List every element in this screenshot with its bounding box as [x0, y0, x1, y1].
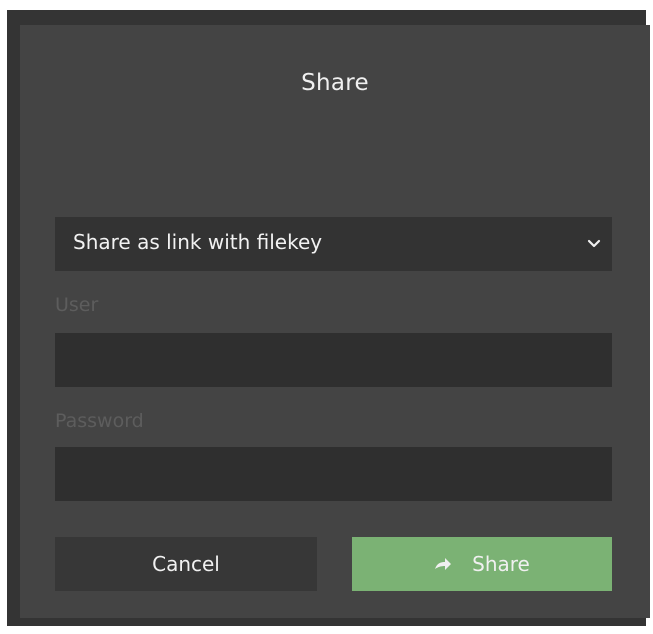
- chevron-down-icon: [587, 239, 601, 248]
- share-button-label: Share: [472, 552, 530, 576]
- user-input[interactable]: [55, 333, 612, 387]
- dialog-title: Share: [301, 70, 369, 96]
- share-dialog: Share Share as link with filekey User Pa…: [20, 25, 650, 618]
- password-input[interactable]: [55, 447, 612, 501]
- cancel-button-label: Cancel: [152, 552, 220, 576]
- user-label: User: [55, 294, 99, 316]
- password-label: Password: [55, 410, 144, 432]
- share-mode-select[interactable]: Share as link with filekey: [55, 217, 612, 271]
- share-button[interactable]: Share: [352, 537, 612, 591]
- share-mode-value: Share as link with filekey: [73, 230, 323, 254]
- share-arrow-icon: [435, 558, 452, 570]
- cancel-button[interactable]: Cancel: [55, 537, 317, 591]
